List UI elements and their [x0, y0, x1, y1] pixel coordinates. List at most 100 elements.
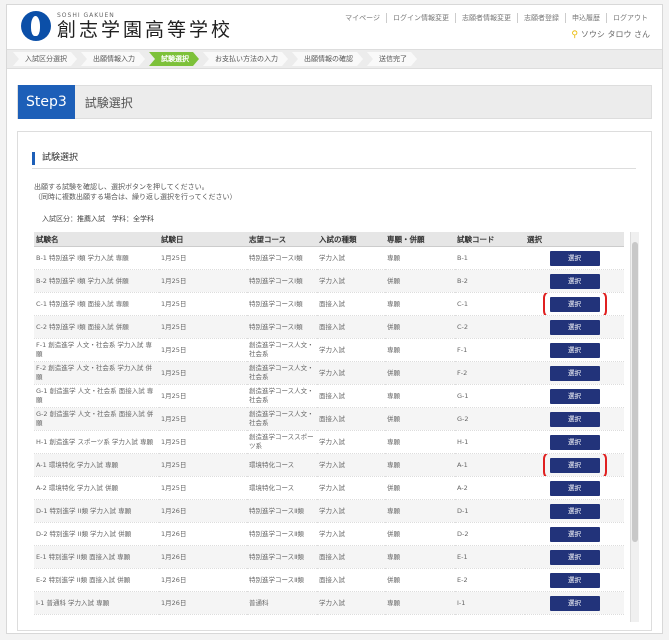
cell-select: 選択: [525, 453, 624, 477]
cell-exam-code: A-1: [455, 453, 525, 477]
cell-application-kind: 併願: [385, 476, 455, 500]
cell-exam-date: 1月26日: [159, 591, 247, 615]
cell-exam-name: H-1 創造進学 スポーツ系 学力入試 専願: [34, 430, 159, 454]
cell-exam-date: 1月25日: [159, 476, 247, 500]
cell-select: 選択: [525, 315, 624, 339]
nav-mypage[interactable]: マイページ: [339, 13, 386, 23]
col-exam-date: 試験日: [159, 232, 247, 247]
cell-exam-code: B-1: [455, 246, 525, 270]
select-button[interactable]: 選択: [549, 319, 600, 335]
cell-exam-code: F-1: [455, 338, 525, 362]
nav-applicant-change[interactable]: 志願者情報変更: [455, 13, 517, 23]
select-button[interactable]: 選択: [542, 292, 607, 315]
cell-exam-name: I-1 普通科 学力入試 専願: [34, 591, 159, 615]
cell-select: 選択: [525, 269, 624, 293]
cell-exam-date: 1月25日: [159, 407, 247, 431]
cell-course: 創造進学コーススポーツ系: [247, 430, 317, 454]
cell-course: 特別進学コースⅠ類: [247, 292, 317, 316]
cell-exam-date: 1月25日: [159, 246, 247, 270]
cell-exam-date: 1月26日: [159, 499, 247, 523]
cell-select: 選択: [525, 338, 624, 362]
cell-select: 選択: [525, 292, 624, 316]
school-logo[interactable]: SOSHI GAKUEN 創志学園高等学校: [21, 11, 233, 41]
cell-application-kind: 専願: [385, 591, 455, 615]
cell-exam-name: A-2 環境特化 学力入試 併願: [34, 476, 159, 500]
cell-exam-type: 面接入試: [317, 568, 385, 592]
cell-exam-name: D-1 特別進学 II類 学力入試 専願: [34, 499, 159, 523]
cell-application-kind: 併願: [385, 568, 455, 592]
select-button[interactable]: 選択: [549, 480, 600, 496]
select-button[interactable]: 選択: [549, 434, 600, 450]
cell-course: 特別進学コースⅡ類: [247, 545, 317, 569]
select-button[interactable]: 選択: [549, 250, 600, 266]
select-button[interactable]: 選択: [549, 549, 600, 565]
cell-exam-type: 学力入試: [317, 269, 385, 293]
cell-course: 特別進学コースⅡ類: [247, 499, 317, 523]
cell-exam-name: E-1 特別進学 II類 面接入試 専願: [34, 545, 159, 569]
header: SOSHI GAKUEN 創志学園高等学校 マイページ ログイン情報変更 志願者…: [7, 5, 662, 47]
progress-step-2: 出願情報入力: [81, 52, 145, 66]
nav-history[interactable]: 申込履歴: [565, 13, 606, 23]
school-emblem-icon: [21, 11, 51, 41]
select-button[interactable]: 選択: [549, 503, 600, 519]
cell-exam-code: I-1: [455, 591, 525, 615]
cell-application-kind: 専願: [385, 545, 455, 569]
table-row: I-1 普通科 学力入試 専願 1月26日 普通科 学力入試 専願 I-1 選択: [34, 591, 624, 615]
cell-course: 創造進学コース人文・社会系: [247, 361, 317, 385]
select-button[interactable]: 選択: [549, 411, 600, 427]
cell-course: 特別進学コースⅡ類: [247, 522, 317, 546]
cell-application-kind: 専願: [385, 292, 455, 316]
cell-application-kind: 併願: [385, 407, 455, 431]
cell-exam-code: G-1: [455, 384, 525, 408]
nav-logout[interactable]: ログアウト: [606, 13, 654, 23]
select-button[interactable]: 選択: [549, 526, 600, 542]
table-scrollbar[interactable]: [630, 232, 639, 622]
page-frame: SOSHI GAKUEN 創志学園高等学校 マイページ ログイン情報変更 志願者…: [6, 4, 663, 634]
cell-exam-type: 学力入試: [317, 361, 385, 385]
select-button[interactable]: 選択: [549, 342, 600, 358]
cell-course: 創造進学コース人文・社会系: [247, 384, 317, 408]
cell-exam-date: 1月25日: [159, 453, 247, 477]
instruction-line-1: 出願する試験を確認し、選択ボタンを押してください。: [34, 183, 209, 191]
instructions: 出願する試験を確認し、選択ボタンを押してください。 （同時に複数出願する場合は、…: [34, 182, 236, 202]
cell-exam-name: E-2 特別進学 II類 面接入試 併願: [34, 568, 159, 592]
exam-selection-panel: 試験選択 出願する試験を確認し、選択ボタンを押してください。 （同時に複数出願す…: [17, 131, 652, 631]
cell-exam-code: G-2: [455, 407, 525, 431]
select-button[interactable]: 選択: [549, 365, 600, 381]
cell-exam-type: 面接入試: [317, 545, 385, 569]
cell-exam-code: E-1: [455, 545, 525, 569]
col-course: 志望コース: [247, 232, 317, 247]
cell-select: 選択: [525, 545, 624, 569]
select-button[interactable]: 選択: [549, 595, 600, 611]
cell-exam-type: 学力入試: [317, 453, 385, 477]
nav-applicant-register[interactable]: 志願者登録: [517, 13, 565, 23]
exam-table-container[interactable]: 試験名 試験日 志望コース 入試の種類 専願・併願 試験コード 選択 B-1 特…: [34, 232, 639, 622]
cell-course: 普通科: [247, 591, 317, 615]
user-key-icon: ⚲: [571, 30, 578, 40]
cell-exam-date: 1月25日: [159, 269, 247, 293]
cell-exam-code: D-2: [455, 522, 525, 546]
cell-exam-date: 1月26日: [159, 568, 247, 592]
select-button[interactable]: 選択: [549, 388, 600, 404]
cell-exam-date: 1月26日: [159, 545, 247, 569]
cell-application-kind: 専願: [385, 246, 455, 270]
scrollbar-thumb[interactable]: [632, 242, 638, 542]
col-application-kind: 専願・併願: [385, 232, 455, 247]
cell-exam-type: 学力入試: [317, 338, 385, 362]
cell-exam-code: C-1: [455, 292, 525, 316]
table-row: E-1 特別進学 II類 面接入試 専願 1月26日 特別進学コースⅡ類 面接入試 専願…: [34, 545, 624, 569]
section-divider: [32, 168, 636, 169]
cell-select: 選択: [525, 361, 624, 385]
cell-exam-code: A-2: [455, 476, 525, 500]
section-heading: 試験選択: [32, 152, 78, 165]
nav-login-change[interactable]: ログイン情報変更: [386, 13, 455, 23]
cell-exam-date: 1月26日: [159, 522, 247, 546]
select-button[interactable]: 選択: [549, 572, 600, 588]
select-button[interactable]: 選択: [549, 273, 600, 289]
cell-exam-name: D-2 特別進学 II類 学力入試 併願: [34, 522, 159, 546]
table-row: A-1 環境特化 学力入試 専願 1月25日 環境特化コース 学力入試 専願 A-1 選択: [34, 453, 624, 477]
cell-exam-date: 1月25日: [159, 384, 247, 408]
select-button[interactable]: 選択: [542, 453, 607, 476]
cell-application-kind: 専願: [385, 338, 455, 362]
cell-exam-name: C-2 特別進学 I類 面接入試 併願: [34, 315, 159, 339]
